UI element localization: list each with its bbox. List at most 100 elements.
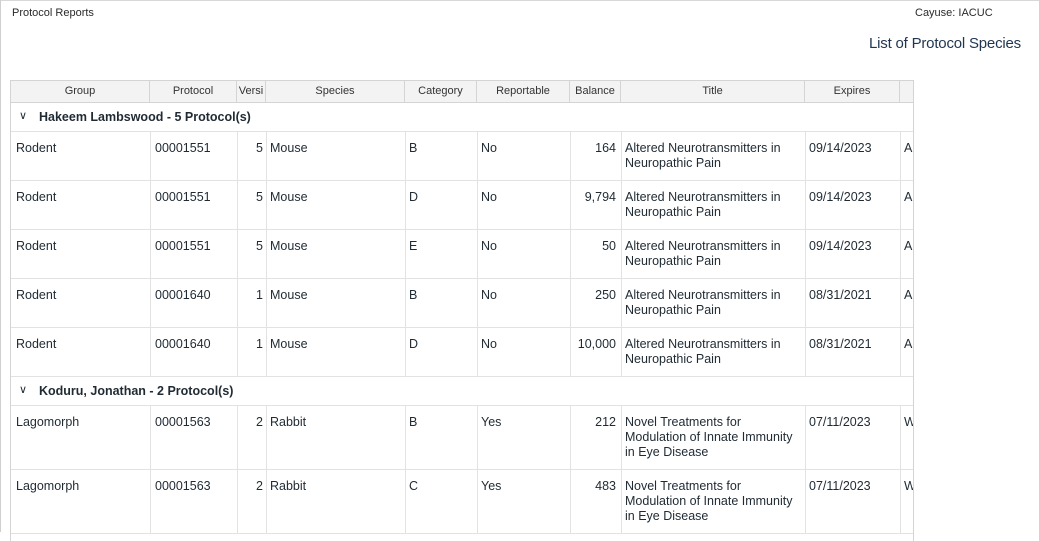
column-divider (805, 328, 806, 376)
column-divider (477, 406, 478, 469)
org-label: Cayuse: IACUC (915, 7, 993, 19)
cell-title: Altered Neurotransmitters in Neuropathic… (625, 141, 781, 170)
column-divider (570, 279, 571, 327)
column-divider (900, 406, 901, 469)
column-divider (900, 470, 901, 533)
cell-extra: W (904, 479, 913, 493)
column-divider (621, 181, 622, 229)
cell-category: D (409, 337, 419, 351)
column-divider (405, 470, 406, 533)
column-divider (266, 230, 267, 278)
cell-reportable: No (481, 141, 497, 155)
cell-category: C (409, 479, 419, 493)
cell-version: 5 (256, 239, 263, 253)
cell-species: Mouse (270, 239, 308, 253)
column-divider (477, 279, 478, 327)
column-divider (150, 470, 151, 533)
table-row[interactable]: Rodent 00001551 5 Mouse E No 50 Altered Neurotr… (11, 230, 913, 279)
group-header-label: Hakeem Lambswood - 5 Protocol(s) (39, 110, 251, 124)
column-header-version[interactable]: Versi (237, 81, 266, 102)
cell-balance: 250 (595, 288, 616, 302)
cell-version: 1 (256, 337, 263, 351)
cell-version: 5 (256, 190, 263, 204)
column-header-expires[interactable]: Expires (805, 81, 900, 102)
column-divider (900, 230, 901, 278)
cell-expires: 09/14/2023 (809, 141, 872, 155)
column-divider (805, 406, 806, 469)
group-header[interactable]: ∨ Koduru, Jonathan - 2 Protocol(s) (11, 377, 913, 406)
cell-balance: 50 (602, 239, 616, 253)
table-row[interactable]: Rodent 00001551 5 Mouse B No 164 Altered Neurot… (11, 132, 913, 181)
column-divider (266, 470, 267, 533)
cell-group: Rodent (16, 337, 57, 351)
table-row[interactable]: Lagomorph 00001563 2 Rabbit B Yes 212 Novel Tre… (11, 406, 913, 470)
cell-title: Novel Treatments for Modulation of Innat… (625, 479, 793, 523)
table-row[interactable]: Rodent 00001640 1 Mouse D No 10,000 Altered Neu… (11, 328, 913, 377)
cell-protocol: 00001551 (155, 190, 211, 204)
cell-version: 1 (256, 288, 263, 302)
page-title: List of Protocol Species (869, 35, 1021, 52)
cell-extra: A (904, 190, 913, 204)
chevron-down-icon[interactable]: ∨ (19, 383, 27, 396)
column-header-category[interactable]: Category (405, 81, 477, 102)
cell-expires: 08/31/2021 (809, 288, 872, 302)
cell-species: Mouse (270, 190, 308, 204)
cell-title: Altered Neurotransmitters in Neuropathic… (625, 337, 781, 366)
column-divider (477, 181, 478, 229)
cell-extra: A (904, 141, 913, 155)
cell-category: B (409, 415, 418, 429)
table-row[interactable]: Rodent 00001551 5 Mouse D No 9,794 Altered Neur… (11, 181, 913, 230)
column-divider (237, 181, 238, 229)
cell-expires: 07/11/2023 (809, 415, 871, 429)
column-divider (477, 470, 478, 533)
cell-reportable: No (481, 190, 497, 204)
cell-protocol: 00001640 (155, 337, 211, 351)
column-header-group[interactable]: Group (11, 81, 150, 102)
column-divider (266, 279, 267, 327)
column-divider (805, 132, 806, 180)
column-header-balance[interactable]: Balance (570, 81, 621, 102)
cell-protocol: 00001640 (155, 288, 211, 302)
column-divider (150, 279, 151, 327)
column-divider (237, 279, 238, 327)
column-divider (237, 328, 238, 376)
column-divider (570, 230, 571, 278)
column-divider (900, 328, 901, 376)
group-header[interactable]: ∨ Hakeem Lambswood - 5 Protocol(s) (11, 103, 913, 132)
column-divider (900, 132, 901, 180)
column-divider (805, 470, 806, 533)
grid-header: Group Protocol Versi Species Category Re… (11, 81, 913, 103)
top-border (0, 0, 1039, 1)
cell-species: Rabbit (270, 415, 307, 429)
column-divider (405, 279, 406, 327)
cell-group: Lagomorph (16, 479, 80, 493)
cell-category: B (409, 141, 418, 155)
table-row[interactable]: Rodent 00001640 1 Mouse B No 250 Altered Neurot… (11, 279, 913, 328)
column-header-title[interactable]: Title (621, 81, 805, 102)
column-divider (621, 328, 622, 376)
column-divider (405, 328, 406, 376)
column-header-extra[interactable] (900, 81, 913, 102)
cell-group: Rodent (16, 190, 57, 204)
column-divider (405, 181, 406, 229)
cell-extra: A (904, 239, 913, 253)
cell-species: Rabbit (270, 479, 307, 493)
cell-title: Altered Neurotransmitters in Neuropathic… (625, 190, 781, 219)
group-header-label: Koduru, Jonathan - 2 Protocol(s) (39, 384, 234, 398)
column-divider (621, 230, 622, 278)
table-row[interactable]: Lagomorph 00001563 2 Rabbit C Yes 483 Novel Tre… (11, 470, 913, 534)
column-divider (477, 328, 478, 376)
column-header-reportable[interactable]: Reportable (477, 81, 570, 102)
column-header-species[interactable]: Species (266, 81, 405, 102)
protocol-species-grid: Group Protocol Versi Species Category Re… (10, 80, 914, 541)
column-header-protocol[interactable]: Protocol (150, 81, 237, 102)
cell-expires: 08/31/2021 (809, 337, 872, 351)
cell-version: 2 (256, 479, 263, 493)
cell-title: Altered Neurotransmitters in Neuropathic… (625, 239, 781, 268)
chevron-down-icon[interactable]: ∨ (19, 109, 27, 122)
column-divider (805, 230, 806, 278)
column-divider (150, 230, 151, 278)
column-divider (805, 279, 806, 327)
column-divider (266, 181, 267, 229)
app-title: Protocol Reports (12, 7, 94, 19)
